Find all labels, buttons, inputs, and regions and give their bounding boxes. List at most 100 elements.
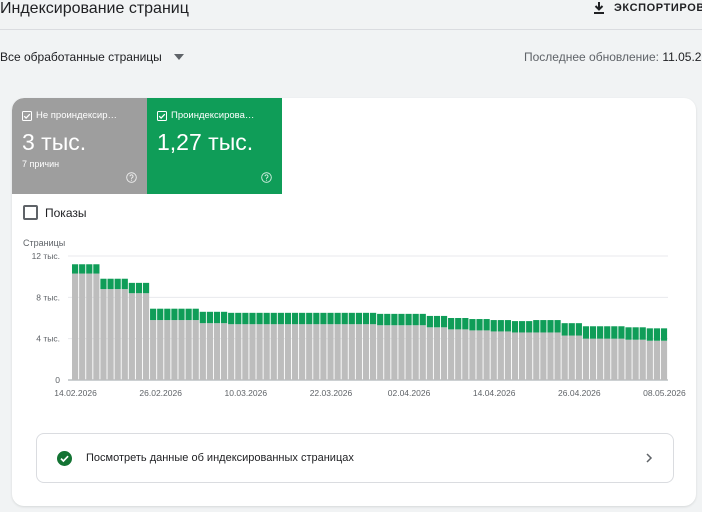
bar-indexed[interactable] — [660, 328, 668, 341]
bar-indexed[interactable] — [114, 278, 121, 290]
bar-not-indexed[interactable] — [341, 324, 348, 380]
bar-not-indexed[interactable] — [192, 320, 199, 380]
bar-not-indexed[interactable] — [462, 329, 469, 380]
bar-not-indexed[interactable] — [348, 324, 355, 380]
bar-indexed[interactable] — [79, 264, 86, 274]
bar-indexed[interactable] — [121, 278, 128, 290]
bar-indexed[interactable] — [341, 312, 348, 325]
bar-indexed[interactable] — [419, 313, 426, 326]
impressions-toggle[interactable]: Показы — [23, 205, 86, 220]
bar-indexed[interactable] — [589, 326, 597, 339]
bar-not-indexed[interactable] — [263, 324, 270, 380]
help-icon[interactable] — [126, 172, 137, 183]
bar-not-indexed[interactable] — [384, 325, 391, 380]
bar-indexed[interactable] — [235, 312, 242, 325]
bar-not-indexed[interactable] — [639, 339, 646, 380]
bar-not-indexed[interactable] — [128, 293, 135, 380]
bar-not-indexed[interactable] — [440, 327, 448, 380]
bar-indexed[interactable] — [249, 312, 256, 325]
bar-not-indexed[interactable] — [277, 324, 284, 380]
bar-indexed[interactable] — [504, 320, 512, 332]
bar-not-indexed[interactable] — [121, 289, 128, 380]
bar-indexed[interactable] — [611, 326, 618, 339]
bar-not-indexed[interactable] — [412, 325, 419, 380]
bar-indexed[interactable] — [313, 312, 320, 325]
bar-not-indexed[interactable] — [93, 273, 100, 380]
bar-not-indexed[interactable] — [433, 327, 441, 380]
bar-not-indexed[interactable] — [157, 320, 164, 380]
bar-indexed[interactable] — [639, 327, 646, 340]
export-button[interactable]: ЭКСПОРТИРОВАТЬ — [592, 0, 702, 16]
bar-not-indexed[interactable] — [114, 289, 121, 380]
bar-indexed[interactable] — [646, 328, 653, 341]
bar-not-indexed[interactable] — [511, 332, 519, 380]
bar-indexed[interactable] — [199, 311, 206, 324]
bar-indexed[interactable] — [625, 327, 632, 340]
bar-not-indexed[interactable] — [228, 324, 235, 380]
bar-indexed[interactable] — [362, 312, 370, 325]
bar-not-indexed[interactable] — [653, 340, 661, 380]
bar-not-indexed[interactable] — [405, 325, 412, 380]
bar-not-indexed[interactable] — [426, 327, 433, 380]
bar-not-indexed[interactable] — [171, 320, 178, 380]
bar-not-indexed[interactable] — [419, 325, 426, 380]
bar-not-indexed[interactable] — [568, 335, 575, 380]
bar-indexed[interactable] — [277, 312, 284, 325]
bar-indexed[interactable] — [533, 320, 540, 333]
view-indexed-pages-link[interactable]: Посмотреть данные об индексированных стр… — [36, 433, 674, 483]
bar-indexed[interactable] — [604, 326, 611, 339]
bar-not-indexed[interactable] — [469, 330, 476, 380]
bar-not-indexed[interactable] — [291, 324, 299, 380]
bar-not-indexed[interactable] — [206, 323, 214, 380]
impressions-checkbox[interactable] — [23, 205, 38, 220]
bar-indexed[interactable] — [107, 278, 114, 290]
bar-not-indexed[interactable] — [199, 323, 206, 380]
bar-not-indexed[interactable] — [299, 324, 306, 380]
bar-not-indexed[interactable] — [79, 273, 86, 380]
bar-not-indexed[interactable] — [242, 324, 249, 380]
bar-not-indexed[interactable] — [554, 332, 561, 380]
bar-not-indexed[interactable] — [597, 338, 604, 380]
bar-not-indexed[interactable] — [490, 331, 497, 380]
bar-indexed[interactable] — [150, 308, 157, 321]
bar-not-indexed[interactable] — [249, 324, 256, 380]
bar-indexed[interactable] — [575, 323, 582, 336]
bar-indexed[interactable] — [306, 312, 313, 325]
bar-indexed[interactable] — [93, 264, 100, 274]
checkbox-checked-icon[interactable] — [157, 110, 167, 121]
bar-not-indexed[interactable] — [270, 324, 277, 380]
bar-indexed[interactable] — [370, 312, 377, 325]
bar-indexed[interactable] — [554, 320, 561, 333]
bar-indexed[interactable] — [178, 308, 185, 321]
bar-indexed[interactable] — [171, 308, 178, 321]
bar-not-indexed[interactable] — [313, 324, 320, 380]
bar-not-indexed[interactable] — [370, 324, 377, 380]
bar-indexed[interactable] — [320, 312, 327, 325]
bar-not-indexed[interactable] — [504, 331, 512, 380]
bar-not-indexed[interactable] — [646, 340, 653, 380]
bar-not-indexed[interactable] — [256, 324, 263, 380]
checkbox-checked-icon[interactable] — [22, 110, 32, 121]
bar-not-indexed[interactable] — [533, 332, 540, 380]
bar-not-indexed[interactable] — [455, 329, 462, 380]
bar-not-indexed[interactable] — [561, 335, 568, 380]
bar-not-indexed[interactable] — [327, 324, 334, 380]
bar-indexed[interactable] — [490, 320, 497, 332]
bar-not-indexed[interactable] — [497, 331, 504, 380]
bar-indexed[interactable] — [398, 313, 405, 326]
bar-indexed[interactable] — [242, 312, 249, 325]
bar-not-indexed[interactable] — [476, 330, 483, 380]
bar-indexed[interactable] — [526, 321, 533, 333]
bar-not-indexed[interactable] — [306, 324, 313, 380]
bar-indexed[interactable] — [135, 282, 143, 294]
bar-indexed[interactable] — [462, 318, 469, 330]
bar-indexed[interactable] — [72, 264, 79, 274]
bar-indexed[interactable] — [256, 312, 263, 325]
bar-not-indexed[interactable] — [284, 324, 292, 380]
bar-indexed[interactable] — [142, 282, 150, 294]
bar-not-indexed[interactable] — [135, 293, 143, 380]
bar-not-indexed[interactable] — [632, 339, 639, 380]
bar-not-indexed[interactable] — [575, 335, 582, 380]
bar-indexed[interactable] — [284, 312, 292, 325]
bar-not-indexed[interactable] — [185, 320, 192, 380]
